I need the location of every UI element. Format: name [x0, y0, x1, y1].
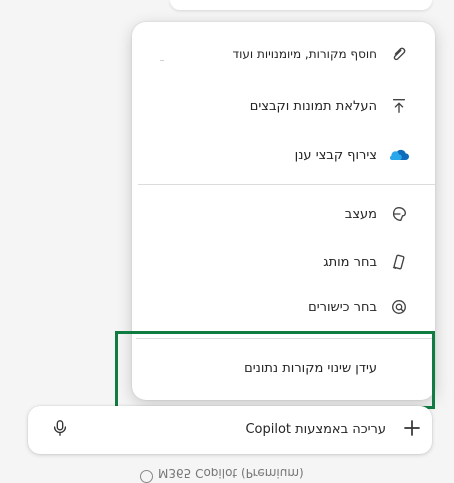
- onedrive-cloud-icon: [389, 145, 409, 165]
- menu-item-label: מעצב: [344, 206, 377, 222]
- menu-separator: [138, 184, 435, 185]
- composer-placeholder: עריכה באמצעות Copilot: [245, 422, 386, 437]
- chat-composer[interactable]: עריכה באמצעות Copilot: [28, 406, 432, 454]
- menu-item-add-sources[interactable]: חוסף מקורות, מיומנויות ועוד: [139, 39, 409, 69]
- menu-item-upload[interactable]: העלאת תמונות וקבצים: [139, 91, 409, 121]
- designer-icon: [389, 204, 409, 224]
- skills-icon: [389, 297, 409, 317]
- microphone-button[interactable]: [48, 418, 72, 442]
- plus-icon: [402, 418, 422, 442]
- microphone-icon: [52, 419, 68, 441]
- menu-item-label: חוסף מקורות, מיומנויות ועוד: [232, 47, 377, 61]
- highlight-frame: [115, 331, 435, 409]
- add-button[interactable]: [400, 418, 424, 442]
- menu-item-designer[interactable]: מעצב: [139, 199, 409, 229]
- menu-item-label: בחר מותג: [323, 254, 377, 270]
- footer-text: M365 Copilot (Premium): [140, 468, 310, 480]
- menu-item-brand[interactable]: בחר מותג: [139, 247, 409, 277]
- menu-item-cloud-files[interactable]: צירוף קבצי ענן: [139, 140, 409, 170]
- menu-item-skills[interactable]: בחר כישורים: [139, 292, 409, 322]
- brand-phone-icon: [389, 252, 409, 272]
- menu-item-label: צירוף קבצי ענן: [294, 147, 377, 163]
- footer-label: M365 Copilot (Premium): [158, 468, 304, 480]
- menu-item-label: בחר כישורים: [308, 299, 377, 315]
- menu-item-label: העלאת תמונות וקבצים: [249, 98, 377, 114]
- paperclip-icon: [389, 44, 409, 64]
- upload-icon: [389, 96, 409, 116]
- previous-message-bubble: [170, 0, 432, 10]
